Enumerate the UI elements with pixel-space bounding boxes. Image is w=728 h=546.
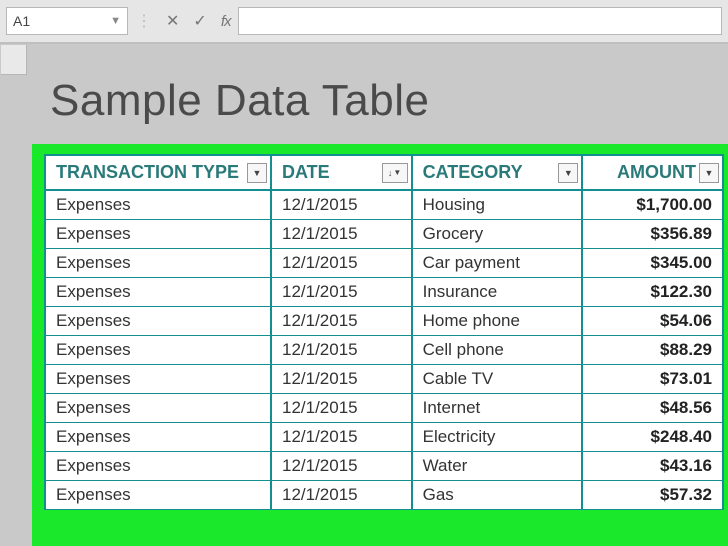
cell-transaction-type[interactable]: Expenses xyxy=(45,278,271,307)
cell-date[interactable]: 12/1/2015 xyxy=(271,190,412,220)
cell-category[interactable]: Insurance xyxy=(412,278,583,307)
cell-category[interactable]: Electricity xyxy=(412,423,583,452)
table-row[interactable]: Expenses12/1/2015Housing$1,700.00 xyxy=(45,190,723,220)
cell-category[interactable]: Cell phone xyxy=(412,336,583,365)
cell-date[interactable]: 12/1/2015 xyxy=(271,307,412,336)
cell-date[interactable]: 12/1/2015 xyxy=(271,365,412,394)
formula-bar: A1 ▼ ⋮ ✕ ✓ fx xyxy=(0,0,728,44)
cell-amount[interactable]: $48.56 xyxy=(582,394,723,423)
header-category[interactable]: CATEGORY ▼ xyxy=(412,155,583,190)
cell-category[interactable]: Internet xyxy=(412,394,583,423)
cancel-button[interactable]: ✕ xyxy=(166,11,179,31)
cell-date[interactable]: 12/1/2015 xyxy=(271,278,412,307)
cell-date[interactable]: 12/1/2015 xyxy=(271,452,412,481)
header-label: TRANSACTION TYPE xyxy=(56,162,239,182)
header-label: CATEGORY xyxy=(423,162,523,182)
table-row[interactable]: Expenses12/1/2015Grocery$356.89 xyxy=(45,220,723,249)
cell-date[interactable]: 12/1/2015 xyxy=(271,423,412,452)
cell-date[interactable]: 12/1/2015 xyxy=(271,394,412,423)
cell-amount[interactable]: $248.40 xyxy=(582,423,723,452)
table-row[interactable]: Expenses12/1/2015Home phone$54.06 xyxy=(45,307,723,336)
cell-transaction-type[interactable]: Expenses xyxy=(45,190,271,220)
cell-amount[interactable]: $1,700.00 xyxy=(582,190,723,220)
cell-amount[interactable]: $122.30 xyxy=(582,278,723,307)
cell-date[interactable]: 12/1/2015 xyxy=(271,336,412,365)
header-amount[interactable]: AMOUNT ▼ xyxy=(582,155,723,190)
cell-amount[interactable]: $43.16 xyxy=(582,452,723,481)
filter-dropdown-icon[interactable]: ▼ xyxy=(699,163,719,183)
header-date[interactable]: DATE ↓▼ xyxy=(271,155,412,190)
worksheet-area: Sample Data Table TRANSACTION TYPE ▼ DAT… xyxy=(0,44,728,546)
cell-category[interactable]: Car payment xyxy=(412,249,583,278)
cell-transaction-type[interactable]: Expenses xyxy=(45,336,271,365)
cell-category[interactable]: Housing xyxy=(412,190,583,220)
cell-amount[interactable]: $57.32 xyxy=(582,481,723,510)
cell-transaction-type[interactable]: Expenses xyxy=(45,481,271,510)
table-header-row: TRANSACTION TYPE ▼ DATE ↓▼ CATEGORY ▼ AM… xyxy=(45,155,723,190)
cell-category[interactable]: Water xyxy=(412,452,583,481)
data-table: TRANSACTION TYPE ▼ DATE ↓▼ CATEGORY ▼ AM… xyxy=(44,154,724,510)
table-row[interactable]: Expenses12/1/2015Cable TV$73.01 xyxy=(45,365,723,394)
select-all-corner[interactable] xyxy=(1,45,27,75)
cell-category[interactable]: Grocery xyxy=(412,220,583,249)
table-row[interactable]: Expenses12/1/2015Cell phone$88.29 xyxy=(45,336,723,365)
cell-transaction-type[interactable]: Expenses xyxy=(45,394,271,423)
name-box[interactable]: A1 ▼ xyxy=(6,7,128,35)
cell-transaction-type[interactable]: Expenses xyxy=(45,249,271,278)
cell-category[interactable]: Home phone xyxy=(412,307,583,336)
cell-transaction-type[interactable]: Expenses xyxy=(45,423,271,452)
sort-filter-icon[interactable]: ↓▼ xyxy=(382,163,408,183)
formula-controls: ⋮ ✕ ✓ fx xyxy=(136,11,230,31)
cell-transaction-type[interactable]: Expenses xyxy=(45,365,271,394)
cell-amount[interactable]: $54.06 xyxy=(582,307,723,336)
chevron-down-icon: ▼ xyxy=(110,15,121,27)
header-transaction-type[interactable]: TRANSACTION TYPE ▼ xyxy=(45,155,271,190)
cell-category[interactable]: Cable TV xyxy=(412,365,583,394)
page-title: Sample Data Table xyxy=(50,76,429,126)
cell-amount[interactable]: $73.01 xyxy=(582,365,723,394)
filter-dropdown-icon[interactable]: ▼ xyxy=(247,163,267,183)
fx-icon[interactable]: fx xyxy=(221,13,231,30)
header-label: AMOUNT xyxy=(617,162,696,182)
confirm-button[interactable]: ✓ xyxy=(193,11,206,31)
cell-category[interactable]: Gas xyxy=(412,481,583,510)
cell-amount[interactable]: $356.89 xyxy=(582,220,723,249)
cell-amount[interactable]: $345.00 xyxy=(582,249,723,278)
cell-transaction-type[interactable]: Expenses xyxy=(45,220,271,249)
table-row[interactable]: Expenses12/1/2015Water$43.16 xyxy=(45,452,723,481)
separator-icon: ⋮ xyxy=(136,11,152,31)
cell-amount[interactable]: $88.29 xyxy=(582,336,723,365)
formula-input[interactable] xyxy=(238,7,722,35)
cell-date[interactable]: 12/1/2015 xyxy=(271,481,412,510)
cell-transaction-type[interactable]: Expenses xyxy=(45,307,271,336)
table-row[interactable]: Expenses12/1/2015Internet$48.56 xyxy=(45,394,723,423)
cell-reference: A1 xyxy=(13,13,30,29)
cell-date[interactable]: 12/1/2015 xyxy=(271,220,412,249)
table-row[interactable]: Expenses12/1/2015Car payment$345.00 xyxy=(45,249,723,278)
cell-transaction-type[interactable]: Expenses xyxy=(45,452,271,481)
header-label: DATE xyxy=(282,162,330,182)
cell-date[interactable]: 12/1/2015 xyxy=(271,249,412,278)
table-row[interactable]: Expenses12/1/2015Gas$57.32 xyxy=(45,481,723,510)
highlighted-region: TRANSACTION TYPE ▼ DATE ↓▼ CATEGORY ▼ AM… xyxy=(32,144,728,546)
table-row[interactable]: Expenses12/1/2015Electricity$248.40 xyxy=(45,423,723,452)
filter-dropdown-icon[interactable]: ▼ xyxy=(558,163,578,183)
table-row[interactable]: Expenses12/1/2015Insurance$122.30 xyxy=(45,278,723,307)
